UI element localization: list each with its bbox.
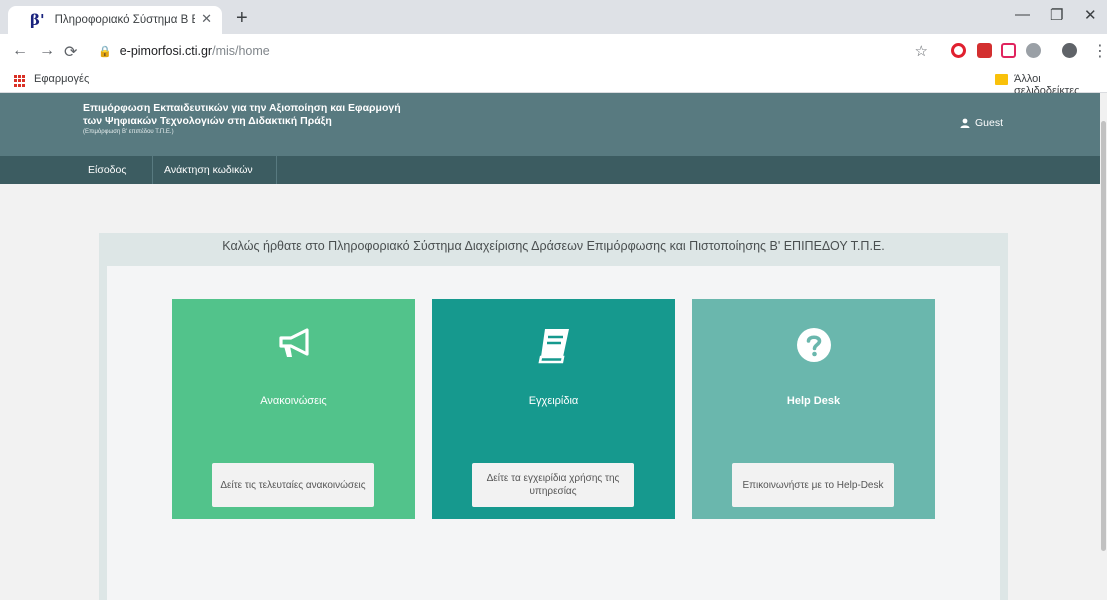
back-icon[interactable]: ← <box>12 42 28 60</box>
reload-icon[interactable]: ⟳ <box>64 42 77 62</box>
site-title-sub: (Επιμόρφωση Β' επιπέδου Τ.Π.Ε.) <box>83 129 174 135</box>
nav-recover-password[interactable]: Ανάκτηση κωδικών <box>156 156 261 184</box>
user-menu[interactable]: Guest <box>960 117 1003 129</box>
book-icon <box>537 329 569 364</box>
site-title-line2: των Ψηφιακών Τεχνολογιών στη Διδακτική Π… <box>83 115 332 127</box>
menu-icon[interactable]: ⋮ <box>1092 41 1107 61</box>
new-tab-icon[interactable]: + <box>236 7 248 30</box>
maximize-icon[interactable]: ❐ <box>1050 6 1063 24</box>
bookmark-star-icon[interactable]: ☆ <box>915 42 928 60</box>
megaphone-icon <box>278 328 309 357</box>
address-bar[interactable]: 🔒 e-pimorfosi.cti.gr/mis/home ☆ <box>90 39 940 63</box>
url-path: /mis/home <box>212 44 270 58</box>
bookmarks-bar: Εφαρμογές Άλλοι σελιδοδείκτες <box>0 68 1107 97</box>
site-nav: Είσοδος Ανάκτηση κωδικών <box>0 156 1100 184</box>
browser-tab-strip: β' Πληροφοριακό Σύστημα Β ΕΠΙΠΕΔΟΥ ✕ + —… <box>0 0 1107 34</box>
browser-tab[interactable]: β' Πληροφοριακό Σύστημα Β ΕΠΙΠΕΔΟΥ ✕ <box>8 6 222 34</box>
scrollbar-thumb[interactable] <box>1101 121 1106 551</box>
opera-extension-icon[interactable] <box>951 43 966 58</box>
card-label: Ανακοινώσεις <box>260 395 327 407</box>
apps-grid-icon[interactable] <box>14 75 26 87</box>
browser-toolbar: ← → ⟳ 🔒 e-pimorfosi.cti.gr/mis/home ☆ ⋮ <box>0 34 1107 68</box>
question-icon <box>796 328 831 362</box>
tab-close-icon[interactable]: ✕ <box>201 11 212 27</box>
announcements-button[interactable]: Δείτε τις τελευταίες ανακοινώσεις <box>212 463 374 507</box>
card-helpdesk: Help Desk Επικοινωνήστε με το Help-Desk <box>692 299 935 519</box>
close-window-icon[interactable]: ✕ <box>1084 6 1097 24</box>
cards-container: Ανακοινώσεις Δείτε τις τελευταίες ανακοι… <box>107 266 1000 600</box>
welcome-panel: Καλώς ήρθατε στο Πληροφοριακό Σύστημα Δι… <box>99 233 1008 600</box>
page-viewport: Επιμόρφωση Εκπαιδευτικών για την Αξιοποί… <box>0 93 1100 600</box>
user-label: Guest <box>975 117 1004 129</box>
tab-title: Πληροφοριακό Σύστημα Β ΕΠΙΠΕΔΟΥ <box>54 14 195 26</box>
site-header: Επιμόρφωση Εκπαιδευτικών για την Αξιοποί… <box>0 93 1100 156</box>
manuals-button[interactable]: Δείτε τα εγχειρίδια χρήσης της υπηρεσίας <box>472 463 634 507</box>
pdf-extension-icon[interactable] <box>977 43 992 58</box>
profile-icon[interactable] <box>1062 43 1077 58</box>
card-label: Εγχειρίδια <box>528 395 579 407</box>
site-title-line1: Επιμόρφωση Εκπαιδευτικών για την Αξιοποί… <box>83 102 401 114</box>
nav-login[interactable]: Είσοδος <box>80 156 134 184</box>
url-text: e-pimorfosi.cti.gr/mis/home <box>120 44 270 58</box>
nav-divider <box>276 156 277 184</box>
folder-icon <box>995 74 1008 85</box>
card-icon-wrap <box>692 327 935 367</box>
nav-divider <box>152 156 153 184</box>
card-manuals: Εγχειρίδια Δείτε τα εγχειρίδια χρήσης τη… <box>432 299 675 519</box>
card-label: Help Desk <box>786 395 841 407</box>
minimize-icon[interactable]: — <box>1015 6 1030 23</box>
apps-bookmark[interactable]: Εφαρμογές <box>34 73 89 85</box>
forward-icon[interactable]: → <box>39 42 55 60</box>
helpdesk-button[interactable]: Επικοινωνήστε με το Help-Desk <box>732 463 894 507</box>
ext-red-icon[interactable] <box>1001 43 1016 58</box>
card-icon-wrap <box>172 327 415 367</box>
user-icon <box>960 118 970 128</box>
welcome-heading: Καλώς ήρθατε στο Πληροφοριακό Σύστημα Δι… <box>222 239 885 253</box>
card-icon-wrap <box>432 327 675 367</box>
lock-icon: 🔒 <box>98 45 112 58</box>
tab-favicon: β' <box>30 11 45 29</box>
url-host: e-pimorfosi.cti.gr <box>119 44 213 58</box>
page-scrollbar[interactable] <box>1100 93 1107 600</box>
card-announcements: Ανακοινώσεις Δείτε τις τελευταίες ανακοι… <box>172 299 415 519</box>
site-title[interactable]: Επιμόρφωση Εκπαιδευτικών για την Αξιοποί… <box>83 102 401 136</box>
ext-gray-icon[interactable] <box>1026 43 1041 58</box>
